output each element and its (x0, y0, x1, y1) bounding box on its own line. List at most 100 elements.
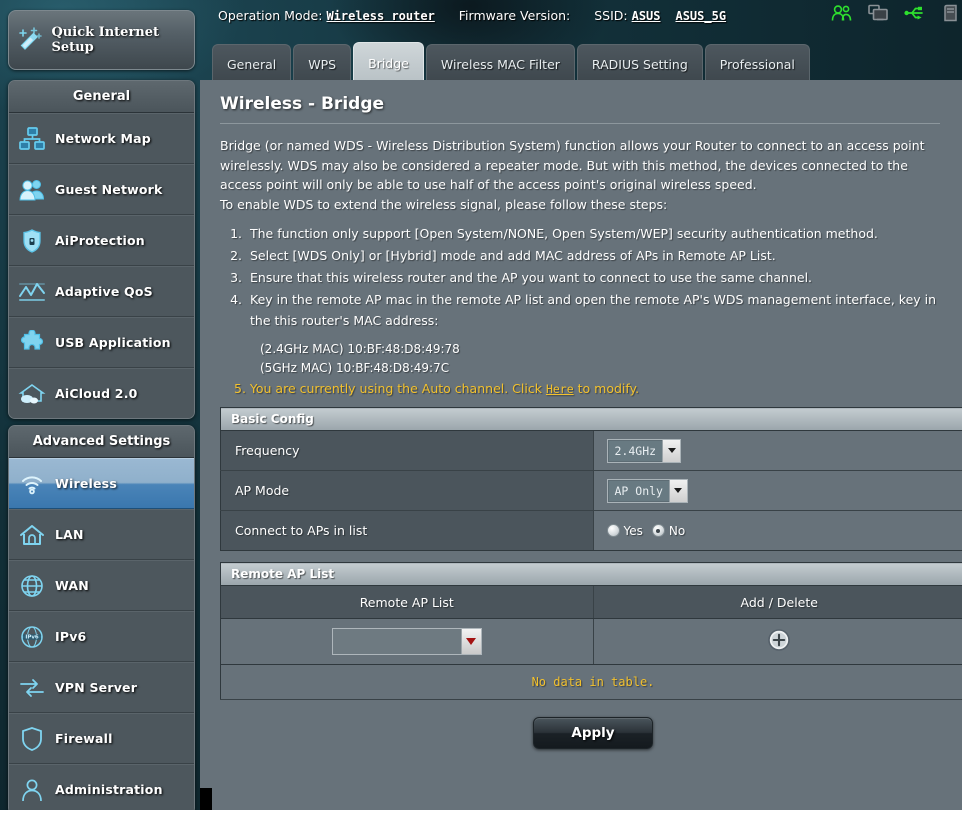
user-admin-icon (9, 777, 55, 803)
radio-no-dot[interactable] (651, 524, 665, 537)
svg-text:IPv6: IPv6 (25, 634, 38, 640)
printer-icon[interactable] (941, 4, 961, 26)
mac-address-5ghz: (5GHz MAC) 10:BF:48:D8:49:7C (260, 361, 450, 375)
table-row: AP Mode AP Only (220, 470, 966, 511)
ipv6-globe-icon: IPv6 (9, 624, 55, 650)
connect-to-aps-label: Connect to APs in list (220, 510, 594, 551)
sidebar-item-label: AiProtection (55, 233, 145, 248)
bottom-white-strip (0, 810, 979, 824)
ssid-5ghz-value[interactable]: ASUS_5G (675, 9, 726, 23)
puzzle-piece-icon (9, 329, 55, 356)
chevron-down-icon[interactable] (668, 479, 687, 502)
screen-icon[interactable] (867, 4, 889, 26)
sidebar-item-usb-application[interactable]: USB Application (9, 317, 194, 368)
sidebar-item-adaptive-qos[interactable]: Adaptive QoS (9, 266, 194, 317)
plus-circle-icon[interactable] (767, 629, 791, 655)
intro-steps-lead: To enable WDS to extend the wireless sig… (220, 196, 668, 212)
sidebar-item-administration[interactable]: Administration (9, 764, 194, 814)
tab-general[interactable]: General (212, 44, 292, 83)
shield-lock-icon (9, 228, 55, 254)
vpn-arrows-icon (9, 676, 55, 700)
top-status-icons (831, 4, 961, 26)
magic-wand-icon (9, 25, 51, 55)
radio-yes[interactable]: Yes (606, 523, 643, 538)
radio-no[interactable]: No (651, 524, 685, 538)
ssid-24ghz-value[interactable]: ASUS (632, 9, 661, 23)
frequency-select[interactable]: 2.4GHz (606, 438, 682, 463)
wifi-icon (9, 472, 55, 496)
sidebar-item-guest-network[interactable]: Guest Network (9, 164, 194, 215)
cloud-house-icon (9, 382, 55, 406)
firmware-version-label: Firmware Version: (458, 7, 571, 23)
quick-internet-setup-label: Quick Internet Setup (51, 25, 160, 55)
table-row (220, 618, 966, 665)
remote-ap-input[interactable] (331, 628, 482, 655)
radio-yes-label: Yes (623, 523, 643, 538)
main-area: Operation Mode: Wireless router Firmware… (200, 0, 979, 824)
sidebar-general-header: General (9, 81, 194, 113)
sidebar-item-aicloud[interactable]: AiCloud 2.0 (9, 368, 194, 418)
sidebar-item-label: Guest Network (55, 182, 163, 197)
sidebar-item-wan[interactable]: WAN (9, 560, 194, 611)
sidebar-item-ipv6[interactable]: IPv6 IPv6 (9, 611, 194, 662)
globe-icon (9, 573, 55, 599)
quick-internet-setup-button[interactable]: Quick Internet Setup (8, 10, 195, 70)
network-map-icon (9, 126, 55, 152)
sidebar-item-lan[interactable]: LAN (9, 509, 194, 560)
sidebar-general-panel: General Network Map Guest Network AiProt… (8, 80, 195, 419)
tab-professional[interactable]: Professional (704, 44, 810, 83)
table-row: Connect to APs in list Yes No (220, 510, 966, 551)
no-data-message: No data in table. (220, 664, 966, 700)
remote-ap-input-field[interactable] (332, 629, 461, 654)
basic-config-table: Basic Config Frequency 2.4GHz AP Mode AP… (220, 407, 966, 551)
remote-ap-column-header: Remote AP List (220, 585, 593, 619)
basic-config-section-title: Basic Config (220, 407, 966, 431)
add-delete-column-header: Add / Delete (592, 585, 966, 619)
chevron-down-icon[interactable] (460, 629, 481, 654)
sidebar-item-label: Network Map (55, 131, 151, 146)
sidebar-item-label: Firewall (55, 731, 113, 746)
auto-channel-note: 5. You are currently using the Auto chan… (234, 381, 940, 396)
table-empty-row: No data in table. (220, 664, 966, 700)
operation-mode-value[interactable]: Wireless router (326, 9, 434, 23)
right-white-strip (962, 0, 979, 824)
auto-channel-note-prefix: 5. You are currently using the Auto chan… (234, 381, 546, 396)
chevron-down-icon[interactable] (662, 439, 681, 462)
usb-icon[interactable] (903, 4, 927, 26)
sidebar-item-label: Wireless (55, 476, 117, 491)
step-item: Key in the remote AP mac in the remote A… (246, 289, 940, 331)
steps-list: The function only support [Open System/N… (220, 223, 940, 331)
intro-paragraph: Bridge (or named WDS - Wireless Distribu… (220, 138, 925, 192)
top-status-bar: Operation Mode: Wireless router Firmware… (200, 0, 979, 30)
sidebar-item-label: LAN (55, 527, 84, 542)
step-item: Select [WDS Only] or [Hybrid] mode and a… (246, 245, 940, 266)
connect-to-aps-value-cell: Yes No (593, 510, 966, 551)
tab-bridge[interactable]: Bridge (353, 42, 424, 83)
radio-yes-dot[interactable] (606, 524, 620, 537)
tab-wps[interactable]: WPS (293, 44, 352, 83)
sidebar-item-label: AiCloud 2.0 (55, 386, 138, 401)
frequency-label: Frequency (220, 430, 594, 471)
clients-icon[interactable] (831, 4, 853, 26)
sidebar-item-wireless[interactable]: Wireless (9, 458, 194, 509)
ap-mode-label: AP Mode (220, 470, 594, 511)
ap-mode-select[interactable]: AP Only (606, 478, 688, 503)
tab-wireless-mac-filter[interactable]: Wireless MAC Filter (425, 44, 575, 83)
sidebar-item-label: Adaptive QoS (55, 284, 153, 299)
sidebar: Quick Internet Setup General Network Map… (0, 0, 200, 824)
tab-radius-setting[interactable]: RADIUS Setting (576, 44, 703, 83)
sidebar-item-vpn-server[interactable]: VPN Server (9, 662, 194, 713)
table-header-row: Remote AP List Add / Delete (220, 585, 966, 619)
apply-button[interactable]: Apply (533, 717, 653, 749)
sidebar-item-network-map[interactable]: Network Map (9, 113, 194, 164)
frequency-select-value: 2.4GHz (614, 443, 657, 458)
auto-channel-here-link[interactable]: Here (546, 382, 574, 396)
sidebar-item-firewall[interactable]: Firewall (9, 713, 194, 764)
remote-ap-list-table: Remote AP List Remote AP List Add / Dele… (220, 562, 966, 700)
sidebar-item-aiprotection[interactable]: AiProtection (9, 215, 194, 266)
router-admin-window: Quick Internet Setup General Network Map… (0, 0, 979, 824)
qos-graph-icon (9, 280, 55, 304)
remote-ap-input-cell (220, 618, 593, 665)
step-item: Ensure that this wireless router and the… (246, 267, 940, 288)
ap-mode-select-value: AP Only (614, 483, 663, 498)
